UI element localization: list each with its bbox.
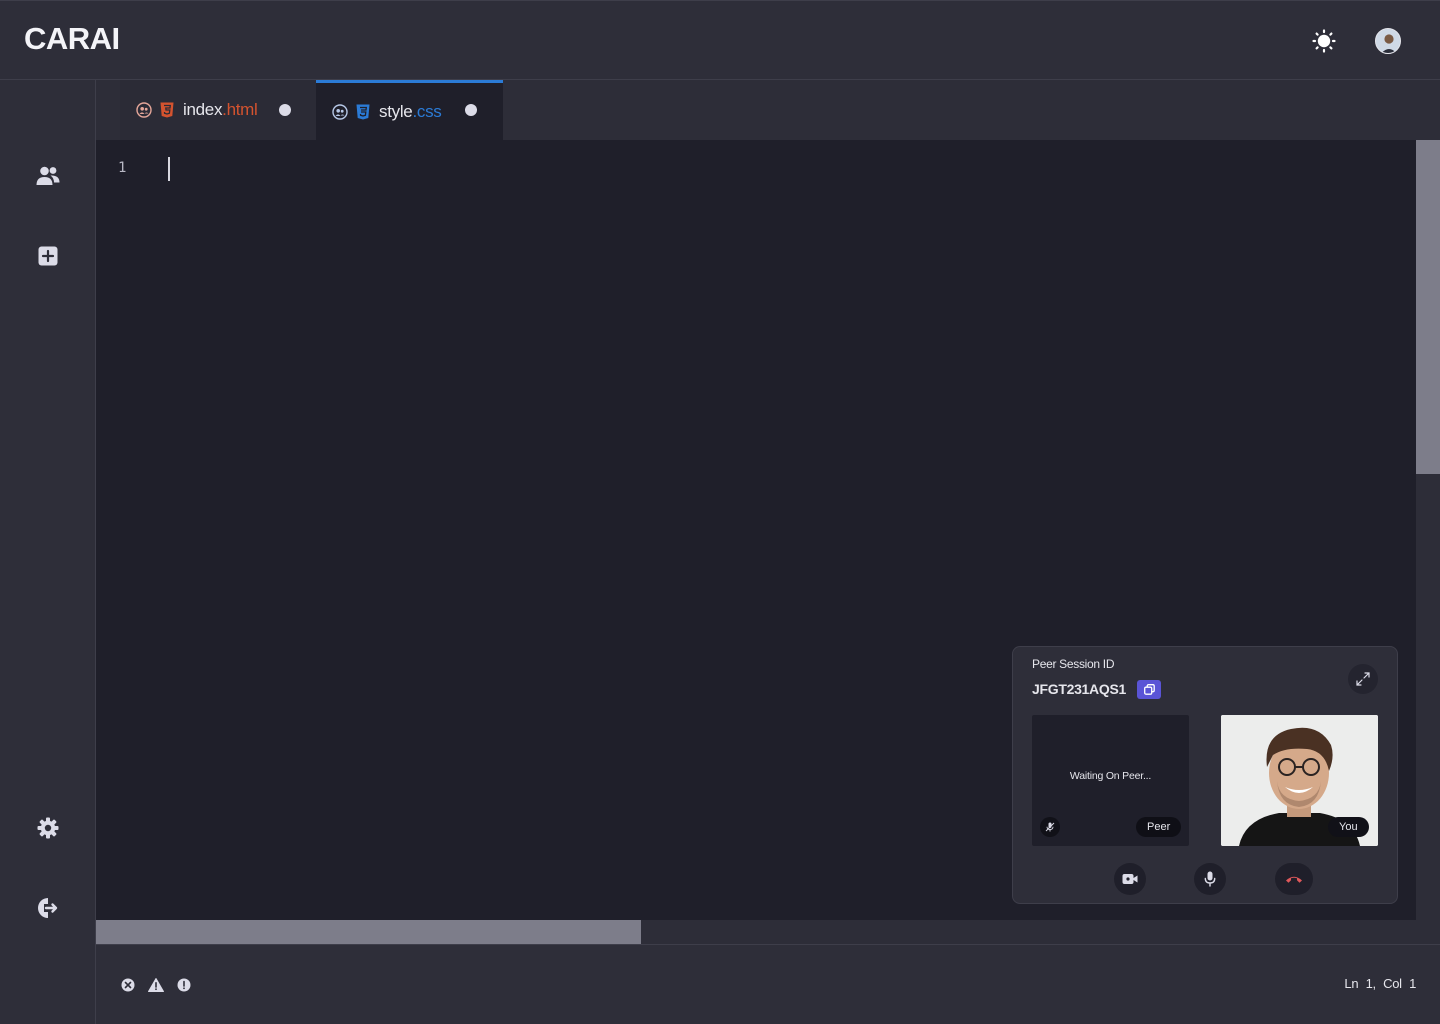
error-icon[interactable] xyxy=(120,977,136,993)
logout-icon xyxy=(38,898,58,918)
horizontal-scroll-thumb[interactable] xyxy=(96,920,641,944)
copy-session-id-button[interactable] xyxy=(1137,680,1161,699)
sun-icon xyxy=(1312,29,1336,53)
hang-up-icon xyxy=(1286,876,1302,883)
diagnostics-icons xyxy=(120,977,192,993)
top-bar: CARAI xyxy=(0,0,1440,80)
peer-session-label: Peer Session ID xyxy=(1032,657,1115,671)
warning-icon[interactable] xyxy=(148,977,164,993)
end-call-button[interactable] xyxy=(1275,863,1313,895)
info-icon[interactable] xyxy=(176,977,192,993)
minimize-panel-button[interactable] xyxy=(1348,664,1378,694)
theme-toggle-button[interactable] xyxy=(1308,25,1340,57)
html5-icon xyxy=(160,102,174,118)
unsaved-indicator[interactable] xyxy=(279,104,291,116)
tab-index-html[interactable]: index.html xyxy=(120,80,316,140)
peer-session-id: JFGT231AQS1 xyxy=(1032,681,1126,697)
self-video: You xyxy=(1221,715,1378,846)
microphone-icon xyxy=(1204,871,1216,887)
shared-user-icon xyxy=(332,103,348,120)
copy-icon xyxy=(1143,684,1155,695)
shared-user-icon xyxy=(136,102,152,118)
sidebar xyxy=(0,80,96,1024)
peer-video: Waiting On Peer... Peer xyxy=(1032,715,1189,846)
muted-mic-icon xyxy=(1040,817,1060,837)
tab-filename: style.css xyxy=(379,101,442,121)
collapse-arrows-icon xyxy=(1356,672,1370,686)
line-number: 1 xyxy=(118,160,127,176)
css3-icon xyxy=(356,104,370,120)
sidebar-item-collaborators[interactable] xyxy=(32,160,64,192)
text-caret xyxy=(168,157,170,181)
sidebar-item-new-file[interactable] xyxy=(32,240,64,272)
cursor-position[interactable]: Ln 1, Col 1 xyxy=(1344,976,1416,991)
toggle-microphone-button[interactable] xyxy=(1194,863,1226,895)
peer-session-panel: Peer Session ID JFGT231AQS1 Waiting On P… xyxy=(1012,646,1398,904)
tab-filename: index.html xyxy=(183,100,258,119)
sidebar-item-logout[interactable] xyxy=(32,892,64,924)
sidebar-item-settings[interactable] xyxy=(32,812,64,844)
self-name-tag: You xyxy=(1328,817,1369,837)
users-icon xyxy=(36,166,60,185)
unsaved-indicator[interactable] xyxy=(465,104,477,116)
status-bar: Ln 1, Col 1 xyxy=(96,944,1440,1024)
toggle-camera-button[interactable] xyxy=(1114,863,1146,895)
tab-style-css[interactable]: style.css xyxy=(316,80,503,140)
waiting-text: Waiting On Peer... xyxy=(1069,770,1152,782)
gear-icon xyxy=(37,817,59,839)
user-avatar[interactable] xyxy=(1375,28,1401,54)
app-logo[interactable]: CARAI xyxy=(24,21,120,57)
add-file-icon xyxy=(38,246,58,266)
peer-name-tag: Peer xyxy=(1136,817,1182,837)
video-camera-icon xyxy=(1122,874,1138,884)
editor-tab-strip: index.html style.css xyxy=(96,80,1440,140)
vertical-scroll-thumb[interactable] xyxy=(1416,140,1440,474)
